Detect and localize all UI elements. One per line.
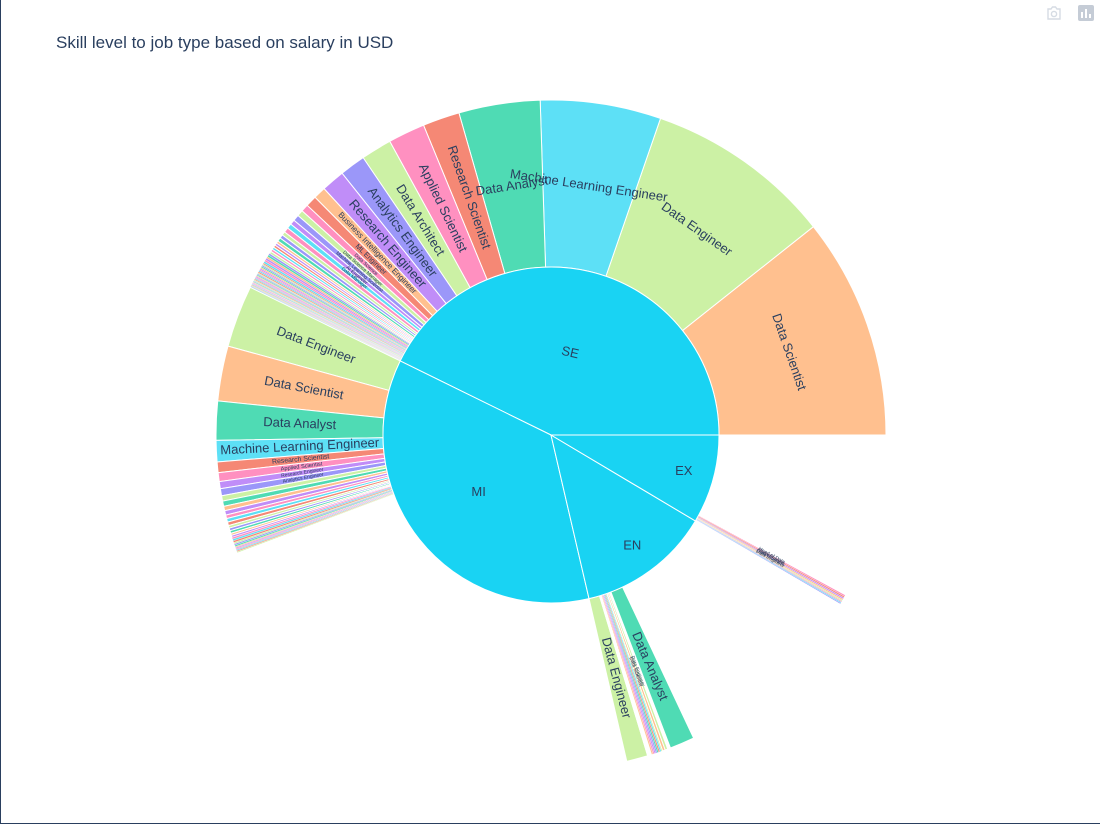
segment-ex-item-0[interactable] [694,519,841,608]
sunburst-chart: SE Data ScientistData EngineerMachine Lea… [215,99,887,762]
segment-label-mi-data-analyst: Data Analyst [263,414,337,432]
sector-label-mi: MI [471,484,485,499]
segment-ex-item-1[interactable] [695,519,842,605]
sector-label-en: EN [623,538,641,553]
sector-label-ex: EX [675,463,693,478]
